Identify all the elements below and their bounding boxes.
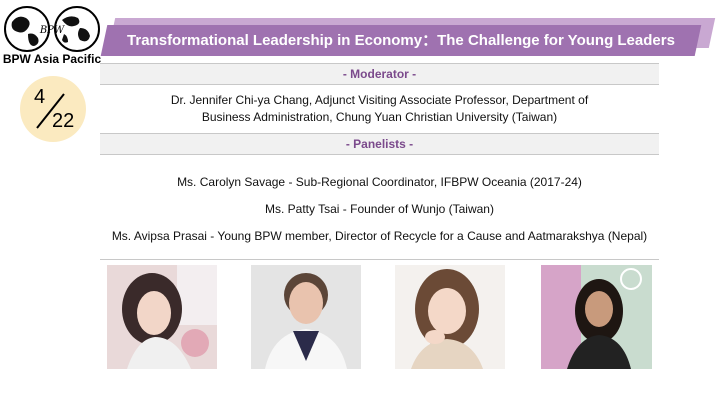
bpw-logo: BPW [2,4,102,54]
panelist-photo-patty [395,265,505,369]
section-divider [100,259,659,260]
panelist-photo-carolyn [251,265,361,369]
date-badge: 4 22 [20,76,86,142]
date-day: 22 [52,110,75,132]
panelist-photo-avipsa [541,265,652,369]
moderator-line-2: Business Administration, Chung Yuan Chri… [201,110,558,124]
moderator-photo [107,265,217,369]
panelist-3: Ms. Avipsa Prasai - Young BPW member, Di… [111,229,648,243]
logo-caption: BPW Asia Pacific [2,52,102,66]
moderator-line-1: Dr. Jennifer Chi-ya Chang, Adjunct Visit… [170,93,589,107]
panelists-heading: - Panelists - [100,133,659,155]
date-month: 4 [34,86,46,108]
page-title: Transformational Leadership in Economy：T… [127,32,675,49]
panelist-1: Ms. Carolyn Savage - Sub-Regional Coordi… [177,175,582,189]
panelist-2: Ms. Patty Tsai - Founder of Wunjo (Taiwa… [265,202,494,216]
moderator-heading: - Moderator - [100,63,659,85]
logo-emblem-text: BPW [39,25,65,36]
